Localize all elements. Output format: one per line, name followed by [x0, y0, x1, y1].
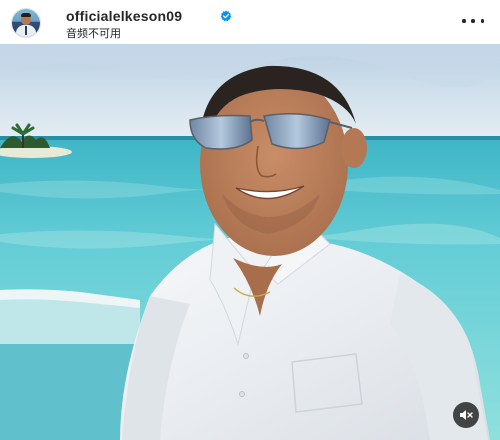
verified-badge-icon [220, 10, 232, 22]
avatar-tie [25, 26, 27, 35]
more-dot [471, 19, 475, 23]
avatar-hair [21, 13, 31, 17]
speaker-muted-glyph [460, 410, 473, 420]
post-header: officialelkeson09 音频不可用 [0, 0, 500, 44]
audio-status-text: 音频不可用 [66, 28, 121, 40]
more-dot [480, 19, 484, 23]
more-options-icon[interactable] [462, 14, 484, 28]
username-link[interactable]: officialelkeson09 [66, 8, 182, 24]
more-dot [462, 19, 466, 23]
audio-muted-icon[interactable] [453, 402, 479, 428]
selfie-photo [0, 44, 500, 440]
profile-avatar[interactable] [12, 9, 40, 37]
post-media[interactable] [0, 44, 500, 440]
